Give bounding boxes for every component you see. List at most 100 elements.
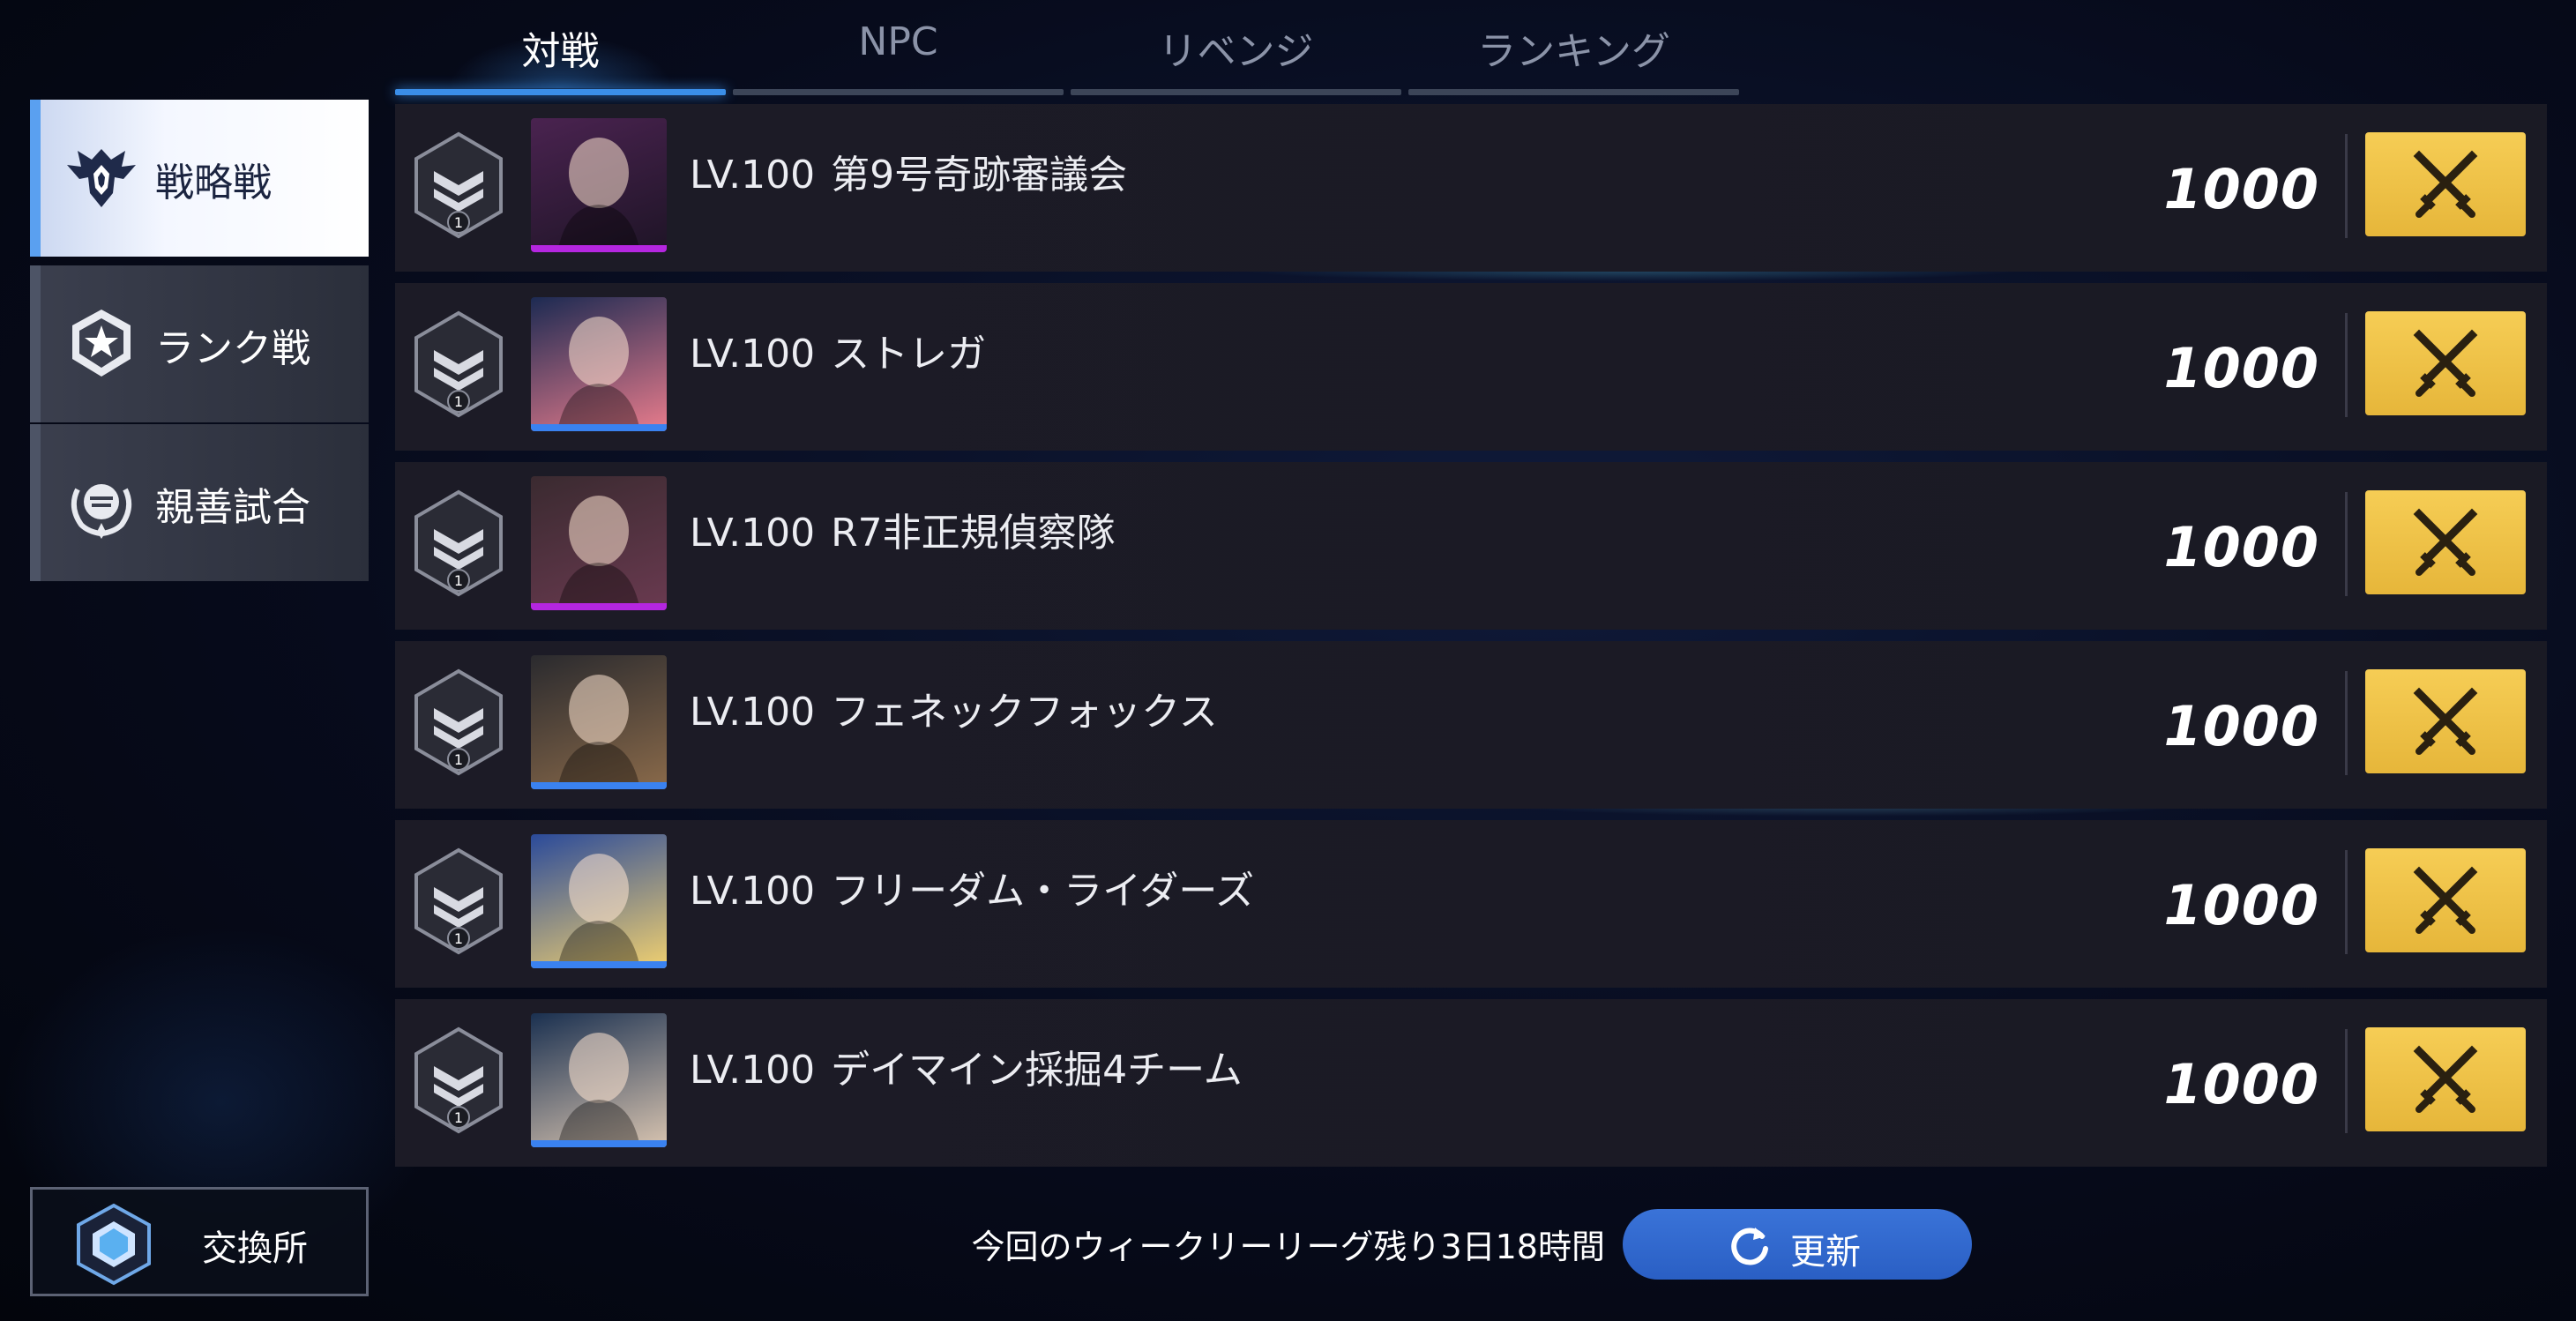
opponent-row: 1 LV.100 デイマイン採掘4チーム 1000 bbox=[395, 999, 2547, 1167]
side-item-friendly-match[interactable]: 親善試合 bbox=[30, 424, 369, 581]
tab-label: リベンジ bbox=[1158, 29, 1314, 74]
team-level: LV.100 bbox=[690, 511, 816, 556]
character-silhouette bbox=[557, 138, 640, 252]
team-name: フェネックフォックス bbox=[831, 690, 1218, 735]
side-item-label: ランク戦 bbox=[155, 326, 310, 371]
opponent-row: 1 LV.100 フェネックフォックス 1000 bbox=[395, 641, 2547, 809]
team-name: R7非正規偵察隊 bbox=[831, 511, 1116, 556]
team-portrait bbox=[531, 476, 667, 610]
rank-number: 1 bbox=[454, 393, 463, 410]
team-score: 1000 bbox=[2163, 336, 2319, 400]
crossed-swords-icon bbox=[2413, 150, 2478, 218]
side-indicator bbox=[30, 424, 41, 581]
fight-button[interactable] bbox=[2365, 669, 2526, 773]
team-name: フリーダム・ライダーズ bbox=[831, 869, 1255, 914]
rank-badge-icon: 1 bbox=[414, 489, 503, 597]
team-info: LV.100 デイマイン採掘4チーム bbox=[690, 1038, 1243, 1094]
team-info: LV.100 R7非正規偵察隊 bbox=[690, 501, 1116, 557]
tab-revenge[interactable]: リベンジ bbox=[1071, 0, 1401, 95]
side-indicator bbox=[30, 265, 41, 422]
opponent-row: 1 LV.100 第9号奇跡審議会 1000 bbox=[395, 104, 2547, 272]
rank-number: 1 bbox=[454, 751, 463, 768]
tab-label: NPC bbox=[858, 19, 938, 64]
side-indicator bbox=[30, 100, 41, 257]
exchange-button[interactable]: 交換所 bbox=[30, 1187, 369, 1296]
team-level: LV.100 bbox=[690, 153, 816, 198]
row-divider bbox=[2345, 313, 2348, 417]
team-name: デイマイン採掘4チーム bbox=[831, 1048, 1243, 1093]
side-item-rank-battle[interactable]: ランク戦 bbox=[30, 265, 369, 422]
row-divider bbox=[2345, 134, 2348, 238]
team-score: 1000 bbox=[2163, 873, 2319, 937]
opponent-row: 1 LV.100 R7非正規偵察隊 1000 bbox=[395, 462, 2547, 630]
character-silhouette bbox=[557, 854, 640, 968]
refresh-icon bbox=[1731, 1228, 1768, 1265]
rank-number: 1 bbox=[454, 1109, 463, 1126]
tab-underline bbox=[1408, 89, 1739, 95]
side-item-strategy-battle[interactable]: 戦略戦 bbox=[30, 100, 369, 257]
side-item-label: 親善試合 bbox=[155, 485, 310, 530]
rank-badge-icon: 1 bbox=[414, 1026, 503, 1134]
weekly-league-remaining: 今回のウィークリーリーグ残り3日18時間 bbox=[971, 1228, 1605, 1266]
team-portrait bbox=[531, 297, 667, 431]
team-score: 1000 bbox=[2163, 694, 2319, 758]
fight-button[interactable] bbox=[2365, 848, 2526, 952]
refresh-label: 更新 bbox=[1790, 1232, 1861, 1272]
row-divider bbox=[2345, 1029, 2348, 1133]
hexagon-gem-icon bbox=[77, 1203, 151, 1286]
team-level: LV.100 bbox=[690, 1048, 816, 1093]
rank-badge-icon: 1 bbox=[414, 847, 503, 955]
refresh-button[interactable]: 更新 bbox=[1623, 1209, 1972, 1280]
crossed-swords-icon bbox=[2413, 1045, 2478, 1113]
laurel-fist-icon bbox=[71, 484, 132, 539]
rarity-bar bbox=[531, 245, 667, 252]
opponent-row: 1 LV.100 ストレガ 1000 bbox=[395, 283, 2547, 451]
team-portrait bbox=[531, 655, 667, 789]
team-score: 1000 bbox=[2163, 157, 2319, 221]
team-portrait bbox=[531, 834, 667, 968]
rarity-bar bbox=[531, 782, 667, 789]
crossed-swords-icon bbox=[2413, 329, 2478, 397]
team-portrait bbox=[531, 118, 667, 252]
opponent-row: 1 LV.100 フリーダム・ライダーズ 1000 bbox=[395, 820, 2547, 988]
team-info: LV.100 第9号奇跡審議会 bbox=[690, 143, 1127, 199]
fight-button[interactable] bbox=[2365, 490, 2526, 594]
team-level: LV.100 bbox=[690, 869, 816, 914]
tab-label: 対戦 bbox=[521, 29, 600, 74]
fight-button[interactable] bbox=[2365, 1027, 2526, 1131]
rank-number: 1 bbox=[454, 930, 463, 947]
crossed-swords-icon bbox=[2413, 687, 2478, 755]
tab-underline bbox=[395, 89, 726, 95]
team-level: LV.100 bbox=[690, 332, 816, 377]
crossed-swords-icon bbox=[2413, 866, 2478, 934]
star-emblem-icon bbox=[72, 310, 131, 377]
fight-button[interactable] bbox=[2365, 311, 2526, 415]
team-portrait bbox=[531, 1013, 667, 1147]
rank-badge-icon: 1 bbox=[414, 310, 503, 418]
tab-battle[interactable]: 対戦 bbox=[395, 0, 726, 95]
rarity-bar bbox=[531, 961, 667, 968]
tab-npc[interactable]: NPC bbox=[733, 0, 1064, 95]
rank-number: 1 bbox=[454, 214, 463, 231]
character-silhouette bbox=[557, 496, 640, 610]
team-level: LV.100 bbox=[690, 690, 816, 735]
mode-tabs: 対戦 NPC リベンジ ランキング bbox=[395, 0, 1740, 95]
character-silhouette bbox=[557, 675, 640, 789]
character-silhouette bbox=[557, 1033, 640, 1147]
tab-ranking[interactable]: ランキング bbox=[1408, 0, 1739, 95]
team-score: 1000 bbox=[2163, 515, 2319, 579]
eagle-emblem-icon bbox=[67, 149, 136, 207]
tab-underline bbox=[733, 89, 1064, 95]
row-divider bbox=[2345, 671, 2348, 775]
rank-badge-icon: 1 bbox=[414, 131, 503, 239]
crossed-swords-icon bbox=[2413, 508, 2478, 576]
side-item-label: 戦略戦 bbox=[155, 160, 272, 205]
rarity-bar bbox=[531, 1140, 667, 1147]
rarity-bar bbox=[531, 424, 667, 431]
team-info: LV.100 フェネックフォックス bbox=[690, 680, 1218, 736]
exchange-label: 交換所 bbox=[202, 1228, 308, 1269]
rarity-bar bbox=[531, 603, 667, 610]
tab-underline bbox=[1071, 89, 1401, 95]
rank-badge-icon: 1 bbox=[414, 668, 503, 776]
fight-button[interactable] bbox=[2365, 132, 2526, 236]
